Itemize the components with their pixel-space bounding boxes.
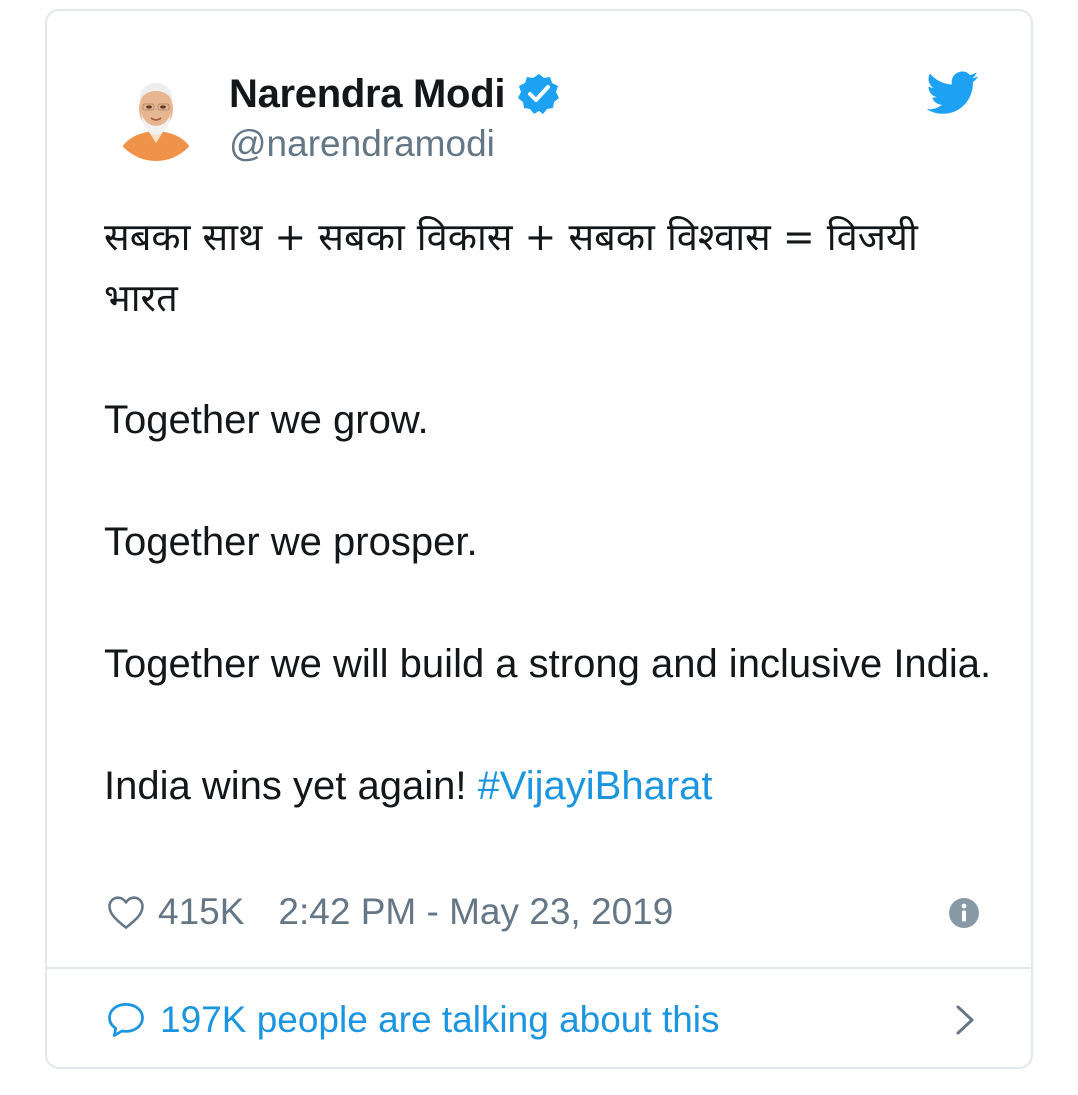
- like-count[interactable]: 415K: [158, 891, 244, 933]
- avatar-image: [111, 71, 201, 161]
- footer-divider: [47, 967, 1031, 969]
- heart-icon[interactable]: [104, 890, 148, 934]
- tweet-line-grow: Together we grow.: [104, 398, 429, 442]
- info-icon[interactable]: [948, 896, 980, 928]
- tweet-timestamp[interactable]: 2:42 PM - May 23, 2019: [278, 891, 673, 933]
- tweet-card[interactable]: Narendra Modi @narendramodi सबका साथ + स…: [45, 9, 1033, 1069]
- twitter-bird-icon[interactable]: [926, 71, 979, 115]
- speech-bubble-icon: [104, 998, 148, 1042]
- avatar[interactable]: [111, 71, 201, 161]
- tweet-line-prosper: Together we prosper.: [104, 520, 478, 564]
- tweet-meta-row: 415K 2:42 PM - May 23, 2019: [104, 887, 980, 937]
- author-handle[interactable]: @narendramodi: [229, 123, 495, 165]
- talking-about-link[interactable]: 197K people are talking about this: [104, 993, 980, 1047]
- chevron-right-icon[interactable]: [950, 1003, 980, 1037]
- tweet-line-wins: India wins yet again! #VijayiBharat: [104, 756, 994, 817]
- tweet-line-build: Together we will build a strong and incl…: [104, 642, 992, 686]
- hashtag-link[interactable]: #VijayiBharat: [478, 764, 713, 808]
- author-name-row[interactable]: Narendra Modi: [229, 69, 561, 119]
- verified-badge-icon: [517, 72, 561, 116]
- tweet-text: सबका साथ + सबका विकास + सबका विश्वास = व…: [104, 207, 994, 817]
- tweet-hindi-line-1: सबका साथ + सबका विकास + सबका विश्वास = व…: [104, 215, 918, 259]
- tweet-hindi-line-2: भारत: [104, 276, 178, 320]
- tweet-line-wins-text: India wins yet again!: [104, 764, 478, 808]
- talking-about-label[interactable]: 197K people are talking about this: [160, 999, 720, 1041]
- author-display-name[interactable]: Narendra Modi: [229, 72, 505, 117]
